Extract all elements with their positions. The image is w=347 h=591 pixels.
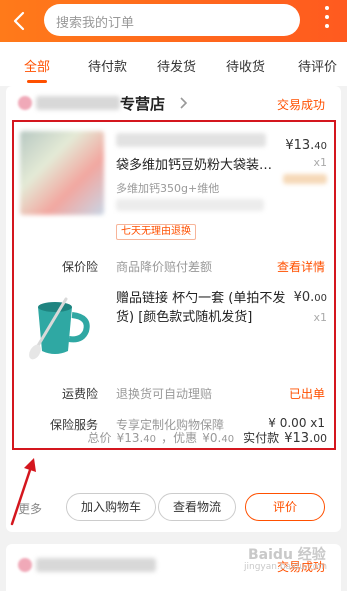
more-menu-icon[interactable]: [325, 6, 329, 32]
chevron-right-icon[interactable]: [176, 96, 190, 110]
top-bar: 搜索我的订单: [0, 0, 347, 42]
shop-avatar: [18, 96, 32, 110]
shop-name[interactable]: 专营店: [120, 93, 165, 114]
review-button[interactable]: 评价: [245, 493, 325, 521]
next-shop-name-redacted: [36, 558, 156, 572]
watermark-text: Baidu 经验: [248, 547, 326, 563]
back-arrow-icon[interactable]: [8, 9, 32, 33]
highlight-box: [12, 120, 336, 450]
view-logistics-button[interactable]: 查看物流: [158, 493, 236, 521]
add-to-cart-button[interactable]: 加入购物车: [66, 493, 156, 521]
annotation-arrow-icon: [10, 458, 36, 526]
order-tabs: 全部 待付款 待发货 待收货 待评价: [0, 42, 347, 86]
tab-pending-receipt[interactable]: 待收货: [226, 56, 265, 75]
tab-all[interactable]: 全部: [24, 56, 50, 75]
tab-pending-payment[interactable]: 待付款: [88, 56, 127, 75]
shop-name-redacted: [36, 96, 120, 110]
active-tab-indicator: [27, 80, 47, 83]
search-placeholder: 搜索我的订单: [56, 16, 135, 31]
order-status: 交易成功: [276, 98, 325, 112]
order-search-input[interactable]: 搜索我的订单: [44, 4, 300, 36]
watermark-url: jingyan.baidu.com: [244, 562, 328, 572]
next-shop-avatar: [18, 558, 32, 572]
tab-pending-shipment[interactable]: 待发货: [157, 56, 196, 75]
tab-pending-review[interactable]: 待评价: [298, 56, 337, 75]
